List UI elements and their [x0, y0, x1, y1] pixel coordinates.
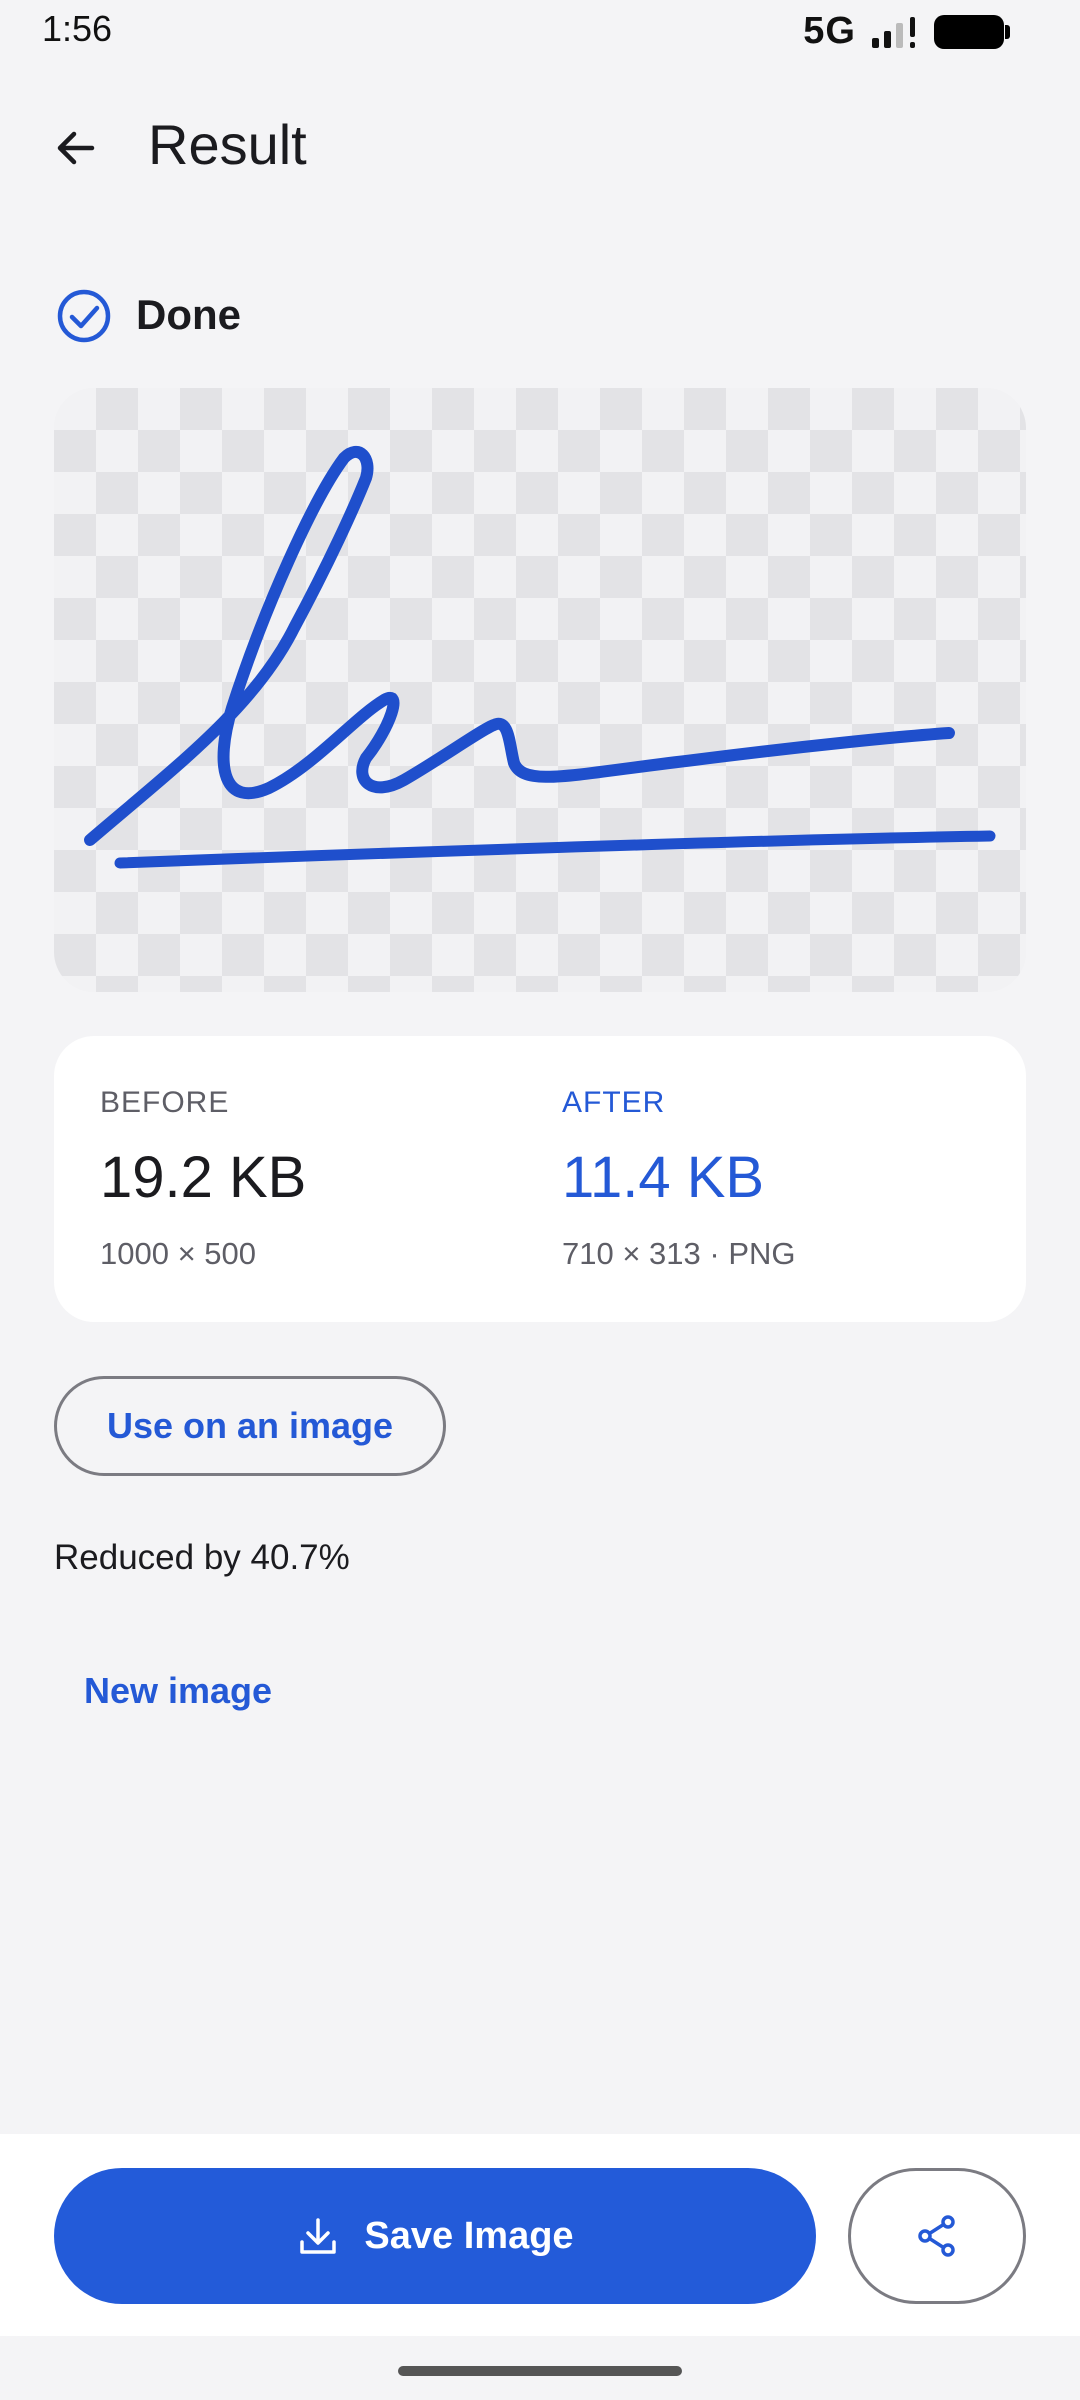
download-icon: [300, 2218, 337, 2254]
share-icon: [918, 2215, 955, 2257]
new-image-button[interactable]: New image: [84, 1670, 272, 1712]
back-button[interactable]: [40, 112, 112, 184]
reduction-text: Reduced by 40.7%: [54, 1538, 350, 1577]
arrow-left-icon: [57, 131, 95, 165]
stats-card: BEFORE 19.2 KB 1000 × 500 AFTER 11.4 KB …: [54, 1036, 1026, 1322]
status-time: 1:56: [42, 8, 113, 49]
use-on-image-button[interactable]: Use on an image: [54, 1376, 446, 1476]
before-size: 19.2 KB: [100, 1145, 307, 1210]
home-indicator[interactable]: [398, 2366, 682, 2376]
signature-image: [84, 446, 996, 869]
battery-icon: [934, 14, 1010, 49]
after-label: AFTER: [562, 1086, 666, 1119]
check-circle-icon: [57, 289, 111, 343]
status-label: Done: [136, 291, 241, 338]
save-image-label: Save Image: [364, 2214, 574, 2257]
signal-icon: [872, 16, 915, 48]
before-dimensions: 1000 × 500: [100, 1236, 257, 1271]
status-icons: 5G: [803, 10, 1010, 53]
share-button[interactable]: [848, 2168, 1026, 2304]
result-preview: [54, 388, 1026, 992]
after-size: 11.4 KB: [562, 1145, 765, 1210]
save-image-button[interactable]: Save Image: [54, 2168, 816, 2304]
before-label: BEFORE: [100, 1086, 230, 1119]
page-title: Result: [148, 113, 307, 176]
after-dimensions: 710 × 313 · PNG: [562, 1236, 796, 1271]
network-type: 5G: [803, 10, 856, 52]
